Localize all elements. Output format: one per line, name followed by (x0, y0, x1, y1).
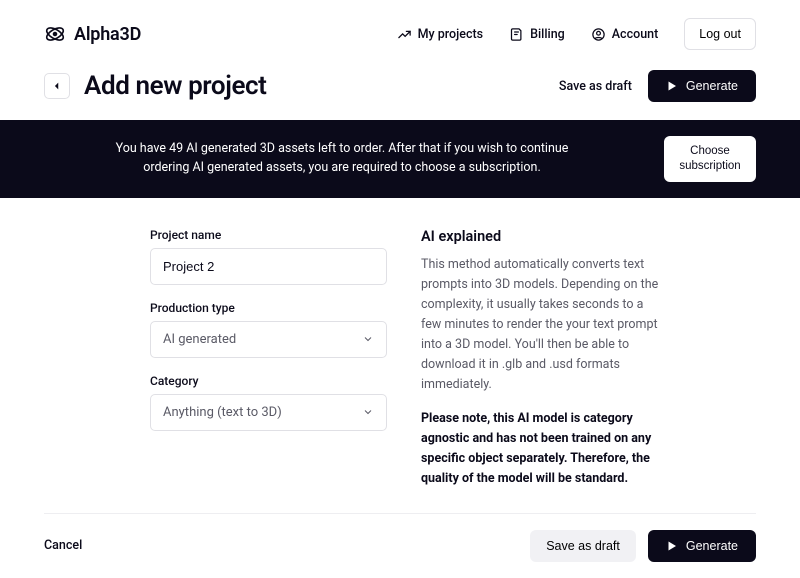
topbar: Alpha3D My projects Billing Account Log … (0, 0, 800, 62)
info-title: AI explained (421, 228, 663, 245)
button-label-line1: Choose (690, 145, 730, 157)
field-production-type: Production type AI generated (150, 301, 387, 358)
select-value: AI generated (163, 332, 236, 347)
nav-my-projects[interactable]: My projects (397, 27, 484, 42)
save-draft-button[interactable]: Save as draft (530, 530, 636, 562)
chevron-left-icon (52, 81, 62, 91)
play-icon (666, 80, 678, 92)
select-value: Anything (text to 3D) (163, 405, 282, 420)
nav-label: Billing (530, 27, 565, 42)
cancel-button[interactable]: Cancel (44, 538, 82, 553)
form-column: Project name Production type AI generate… (150, 228, 387, 489)
info-note: Please note, this AI model is category a… (421, 409, 663, 489)
button-label: Generate (686, 79, 738, 93)
projects-icon (397, 27, 412, 42)
field-project-name: Project name (150, 228, 387, 285)
back-button[interactable] (44, 73, 70, 99)
info-text: This method automatically converts text … (421, 255, 663, 395)
nav-label: My projects (418, 27, 484, 42)
subscription-banner: You have 49 AI generated 3D assets left … (0, 120, 800, 198)
title-row: Add new project Save as draft Generate (0, 62, 800, 120)
nav-billing[interactable]: Billing (509, 27, 565, 42)
generate-button-footer[interactable]: Generate (648, 530, 756, 562)
nav-account[interactable]: Account (591, 27, 659, 42)
info-column: AI explained This method automatically c… (421, 228, 663, 489)
title-left: Add new project (44, 71, 267, 101)
save-draft-link[interactable]: Save as draft (559, 79, 632, 94)
chevron-down-icon (362, 406, 374, 418)
button-label: Generate (686, 539, 738, 553)
logout-button[interactable]: Log out (684, 18, 756, 50)
logo-icon (44, 23, 66, 45)
nav-label: Account (612, 27, 659, 42)
banner-text: You have 49 AI generated 3D assets left … (44, 140, 640, 178)
billing-icon (509, 27, 524, 42)
chevron-down-icon (362, 333, 374, 345)
category-select[interactable]: Anything (text to 3D) (150, 394, 387, 431)
logo-text: Alpha3D (74, 24, 141, 45)
choose-subscription-button[interactable]: Choose subscription (664, 136, 756, 182)
logo[interactable]: Alpha3D (44, 23, 141, 45)
project-name-input[interactable] (150, 248, 387, 285)
production-type-select[interactable]: AI generated (150, 321, 387, 358)
production-type-label: Production type (150, 301, 387, 315)
account-icon (591, 27, 606, 42)
project-name-label: Project name (150, 228, 387, 242)
generate-button[interactable]: Generate (648, 70, 756, 102)
nav: My projects Billing Account Log out (397, 18, 756, 50)
field-category: Category Anything (text to 3D) (150, 374, 387, 431)
play-icon (666, 540, 678, 552)
footer-actions: Save as draft Generate (530, 530, 756, 562)
title-actions: Save as draft Generate (559, 70, 756, 102)
main: Project name Production type AI generate… (0, 198, 800, 489)
category-label: Category (150, 374, 387, 388)
button-label-line2: subscription (679, 160, 740, 172)
footer: Cancel Save as draft Generate (44, 513, 756, 578)
page-title: Add new project (84, 71, 267, 101)
